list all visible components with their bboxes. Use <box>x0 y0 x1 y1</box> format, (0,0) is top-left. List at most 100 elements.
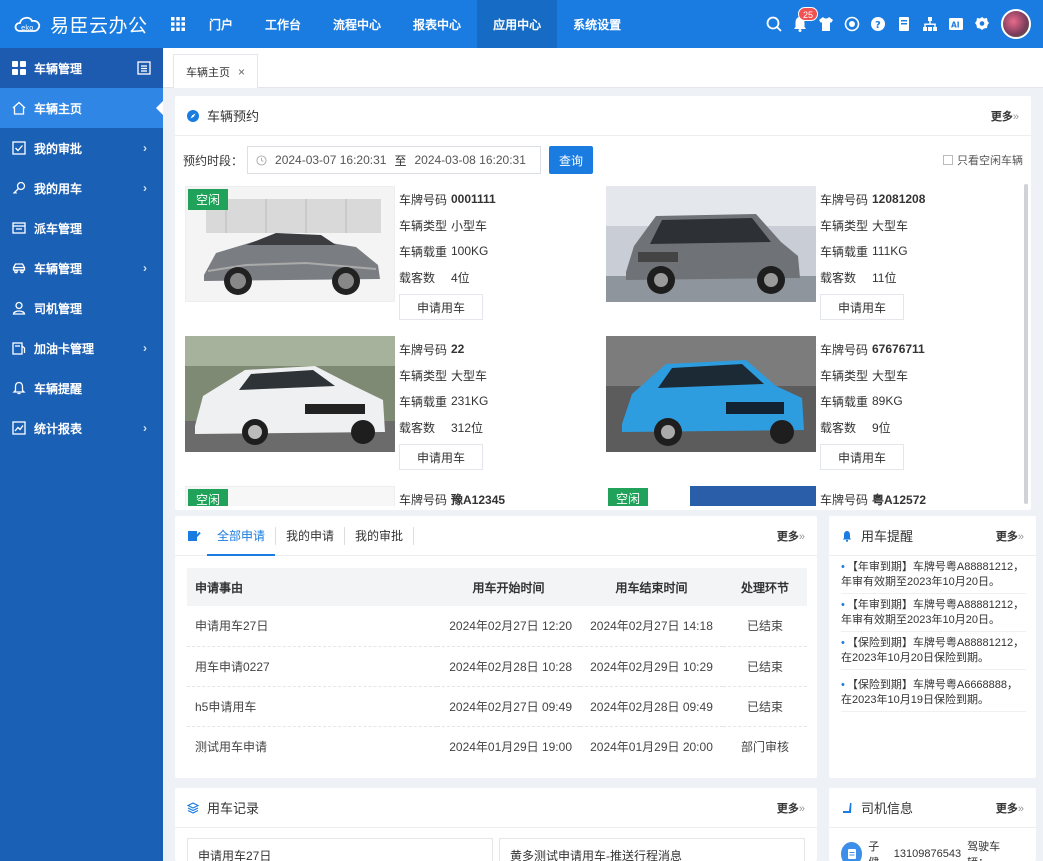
seats-label: 载客数 <box>399 270 436 285</box>
nav-portal[interactable]: 门户 <box>193 0 249 48</box>
car-photo <box>606 186 816 302</box>
plate-label: 车牌号码 <box>399 492 448 507</box>
driver-avatar-icon <box>841 842 863 861</box>
application-tabs: 全部申请 我的申请 我的审批 更多» <box>175 516 817 556</box>
ai-icon[interactable]: AI <box>943 0 969 48</box>
sidebar-item-my-vehicle-use[interactable]: 我的用车 › <box>0 168 163 208</box>
help-icon[interactable]: ? <box>865 0 891 48</box>
type-label: 车辆类型 <box>399 368 448 383</box>
reservation-scrollbar[interactable] <box>1024 184 1028 504</box>
car-card: 车牌号码 67676711 车辆类型 大型车 车辆载重 89KG 载客数 9位 申请用车 <box>606 336 1026 476</box>
sidebar-item-statistics[interactable]: 统计报表 › <box>0 408 163 448</box>
main-nav: 门户 工作台 流程中心 报表中心 应用中心 系统设置 <box>193 0 637 48</box>
list-item[interactable]: 黄多测试申请用车-推送行程消息 <box>499 838 805 861</box>
load-label: 车辆载重 <box>820 244 869 259</box>
more-link[interactable]: 更多» <box>996 528 1024 544</box>
sidebar-item-vehicle-home[interactable]: 车辆主页 <box>0 88 163 128</box>
list-item[interactable]: 【年审到期】车牌号粤A88881212，年审有效期至2023年10月20日。 <box>841 598 1026 632</box>
apply-vehicle-button[interactable]: 申请用车 <box>820 294 904 320</box>
query-button[interactable]: 查询 <box>549 146 594 174</box>
panel-title: 用车记录 <box>207 801 260 816</box>
apply-vehicle-button[interactable]: 申请用车 <box>820 444 904 470</box>
date-range-picker[interactable]: 2024-03-07 16:20:31 至 2024-03-08 16:20:3… <box>247 146 542 174</box>
car-card: 空闲 车牌号码 0001111 车辆类型 小型车 车辆载重 100KG 载客数 4位 申… <box>185 186 605 326</box>
more-link[interactable]: 更多» <box>777 800 805 816</box>
bell-icon <box>12 381 26 395</box>
more-label: 更多 <box>995 530 1018 543</box>
table-row[interactable]: 申请用车27日 2024年02月27日 12:20 2024年02月27日 14… <box>187 606 807 647</box>
more-link[interactable]: 更多» <box>996 800 1024 816</box>
nav-process-center[interactable]: 流程中心 <box>317 0 397 48</box>
list-item[interactable]: 【保险到期】车牌号粤A88881212，在2023年10月20日保险到期。 <box>841 636 1026 670</box>
list-item[interactable]: 【年审到期】车牌号粤A88881212，年审有效期至2023年10月20日。 <box>841 560 1026 594</box>
card-icon <box>12 341 26 355</box>
status-tag-free: 空闲 <box>608 488 649 506</box>
type-value: 小型车 <box>451 218 488 233</box>
nav-report-center[interactable]: 报表中心 <box>397 0 477 48</box>
sidebar-item-label: 司机管理 <box>34 301 83 316</box>
tab-vehicle-home[interactable]: 车辆主页 × <box>173 54 259 88</box>
app-logo[interactable]: eko 易臣云办公 <box>0 0 163 48</box>
driver-car-label: 驾驶车辆：... <box>967 841 1001 861</box>
org-chart-icon[interactable] <box>917 0 943 48</box>
notification-bell-icon[interactable]: 25 <box>787 0 819 48</box>
load-label: 车辆载重 <box>820 394 869 409</box>
skin-shirt-icon[interactable] <box>813 0 839 48</box>
apply-vehicle-button[interactable]: 申请用车 <box>399 294 483 320</box>
plate-label: 车牌号码 <box>399 342 448 357</box>
car-photo <box>606 336 816 452</box>
list-item[interactable]: 【保险到期】车牌号粤A6668888，在2023年10月19日保险到期。 <box>841 678 1026 712</box>
tab-all-applications[interactable]: 全部申请 <box>207 526 277 556</box>
cell-reason: h5申请用车 <box>187 686 437 727</box>
list-item[interactable]: 申请用车27日 <box>187 838 493 861</box>
close-icon[interactable]: × <box>238 65 245 79</box>
document-icon[interactable] <box>891 0 917 48</box>
only-free-checkbox[interactable]: 只看空闲车辆 <box>943 152 1023 168</box>
type-value: 大型车 <box>451 368 488 383</box>
seats-label: 载客数 <box>399 420 436 435</box>
bell-icon <box>842 530 852 542</box>
sidebar-item-label: 车辆提醒 <box>34 381 83 396</box>
tab-my-approvals[interactable]: 我的审批 <box>345 526 415 545</box>
tab-my-applications[interactable]: 我的申请 <box>276 526 346 545</box>
svg-text:?: ? <box>875 20 881 31</box>
collapse-menu-icon[interactable] <box>137 61 151 75</box>
chevron-right-icon: › <box>143 141 147 155</box>
more-link[interactable]: 更多» <box>777 528 805 544</box>
apps-grid-icon[interactable] <box>163 0 193 48</box>
more-label: 更多 <box>776 802 799 815</box>
support-headset-icon[interactable] <box>839 0 865 48</box>
nav-system-settings[interactable]: 系统设置 <box>557 0 637 48</box>
apply-vehicle-button[interactable]: 申请用车 <box>399 444 483 470</box>
sidebar-item-fuel-card[interactable]: 加油卡管理 › <box>0 328 163 368</box>
nav-workbench[interactable]: 工作台 <box>249 0 317 48</box>
sidebar-item-driver-management[interactable]: 司机管理 <box>0 288 163 328</box>
car-photo: 空闲 <box>185 186 395 302</box>
range-separator: 至 <box>394 153 407 168</box>
car-icon <box>12 261 26 275</box>
more-link[interactable]: 更多» <box>991 108 1019 124</box>
car-list: 空闲 车牌号码 0001111 车辆类型 小型车 车辆载重 100KG 载客数 4位 申… <box>175 186 1031 506</box>
settings-gear-icon[interactable] <box>969 0 995 48</box>
sidebar-item-vehicle-reminder[interactable]: 车辆提醒 <box>0 368 163 408</box>
nav-app-center[interactable]: 应用中心 <box>477 0 558 48</box>
table-row[interactable]: 用车申请0227 2024年02月28日 10:28 2024年02月29日 1… <box>187 646 807 687</box>
more-label: 更多 <box>995 802 1018 815</box>
checkbox-box[interactable] <box>943 155 953 165</box>
sidebar-item-vehicle-management[interactable]: 车辆管理 › <box>0 248 163 288</box>
search-icon[interactable] <box>761 0 787 48</box>
applications-panel: 全部申请 我的申请 我的审批 更多» 申请事由 用车开始时间 用车结束时间 处理… <box>175 516 817 778</box>
user-avatar[interactable] <box>1001 9 1031 39</box>
chevron-right-icon: › <box>143 181 147 195</box>
sidebar-item-dispatch[interactable]: 派车管理 <box>0 208 163 248</box>
cell-end: 2024年02月27日 14:18 <box>580 606 723 647</box>
table-row[interactable]: 测试用车申请 2024年01月29日 19:00 2024年01月29日 20:… <box>187 726 807 766</box>
car-info: 车牌号码 0001111 车辆类型 小型车 车辆载重 100KG 载客数 4位 申请用车 <box>399 186 496 320</box>
column-header-start: 用车开始时间 <box>437 568 580 606</box>
column-header-stage: 处理环节 <box>723 568 807 606</box>
app-name: 易臣云办公 <box>50 14 148 37</box>
sidebar-item-my-approvals[interactable]: 我的审批 › <box>0 128 163 168</box>
table-row[interactable]: h5申请用车 2024年02月27日 09:49 2024年02月28日 09:… <box>187 686 807 727</box>
chevron-right-icon: › <box>143 261 147 275</box>
driver-item[interactable]: 子健 13109876543 驾驶车辆：... <box>829 828 1036 861</box>
